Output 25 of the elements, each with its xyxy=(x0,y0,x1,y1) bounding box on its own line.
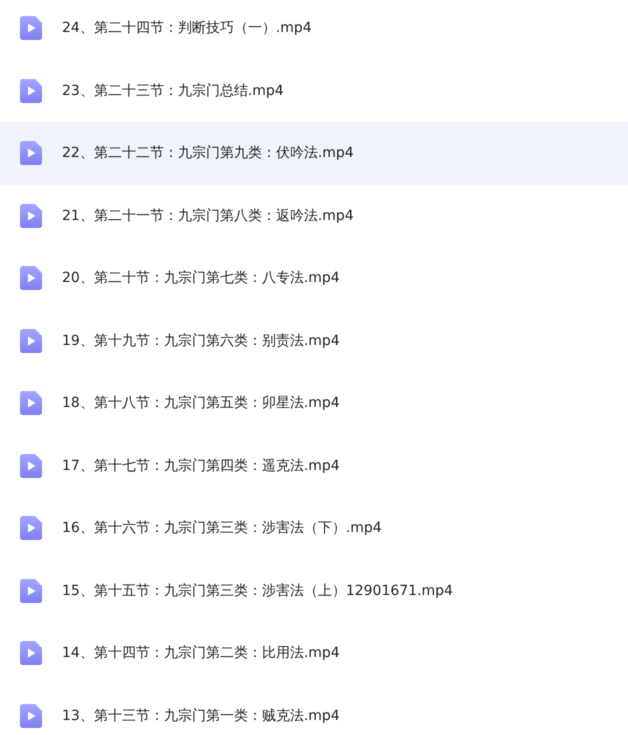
file-name: 14、第十四节：九宗门第二类：比用法.mp4 xyxy=(62,644,340,662)
file-name: 20、第二十节：九宗门第七类：八专法.mp4 xyxy=(62,269,340,288)
video-file-icon xyxy=(20,391,42,416)
video-file-icon xyxy=(20,704,42,728)
file-row[interactable]: 22、第二十二节：九宗门第九类：伏吟法.mp4 xyxy=(0,122,628,184)
video-file-icon xyxy=(20,454,42,478)
file-name: 18、第十八节：九宗门第五类：卯星法.mp4 xyxy=(62,394,340,412)
file-name: 22、第二十二节：九宗门第九类：伏吟法.mp4 xyxy=(62,144,354,162)
video-file-icon xyxy=(20,16,42,40)
file-name: 16、第十六节：九宗门第三类：涉害法（下）.mp4 xyxy=(62,519,382,538)
file-name: 19、第十九节：九宗门第六类：别责法.mp4 xyxy=(62,332,340,350)
file-name: 24、第二十四节：判断技巧（一）.mp4 xyxy=(62,19,312,38)
file-name: 15、第十五节：九宗门第三类：涉害法（上）12901671.mp4 xyxy=(62,582,453,600)
video-file-icon xyxy=(20,266,42,290)
file-name: 21、第二十一节：九宗门第八类：返吟法.mp4 xyxy=(62,206,354,225)
file-name: 13、第十三节：九宗门第一类：贼克法.mp4 xyxy=(62,706,340,725)
file-name: 23、第二十三节：九宗门总结.mp4 xyxy=(62,82,284,100)
file-name: 17、第十七节：九宗门第四类：遥克法.mp4 xyxy=(62,456,340,475)
video-file-icon xyxy=(20,141,42,166)
video-file-icon xyxy=(20,641,42,666)
video-file-icon xyxy=(20,328,42,353)
video-file-icon xyxy=(20,204,42,228)
video-file-icon xyxy=(20,78,42,103)
video-file-icon xyxy=(20,578,42,603)
video-file-icon xyxy=(20,516,42,540)
